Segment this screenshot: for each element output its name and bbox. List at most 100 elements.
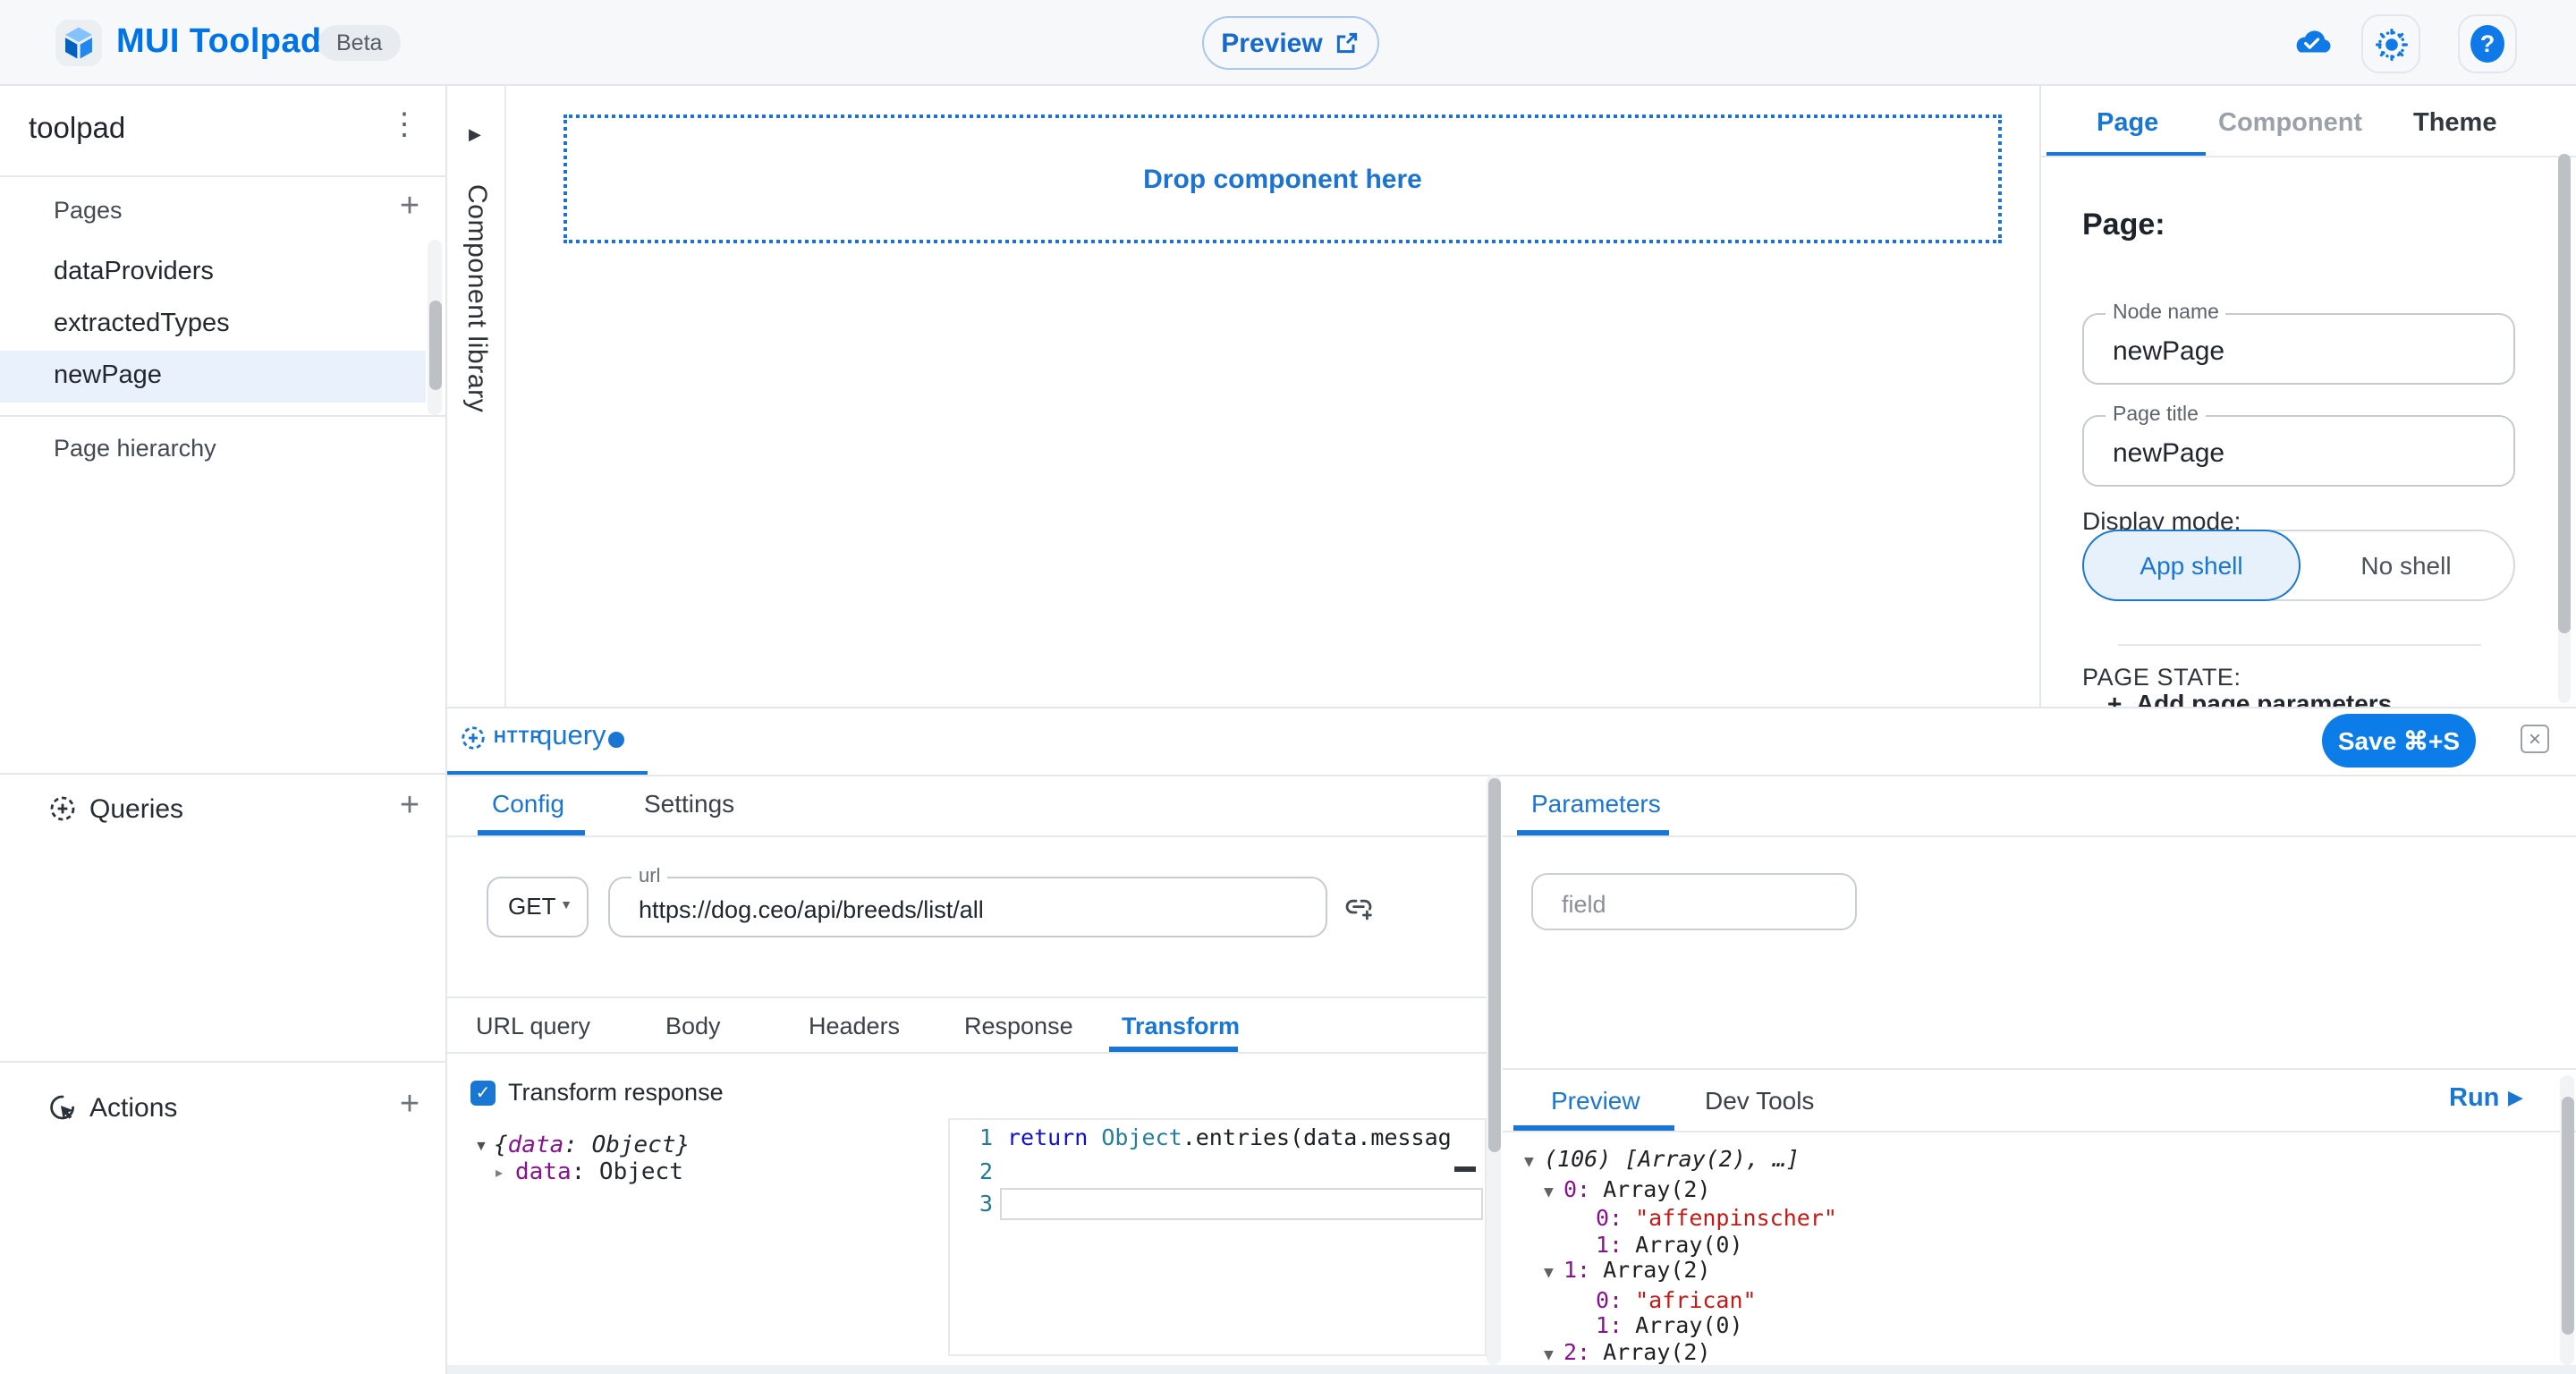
project-menu-kebab-icon[interactable]: ⋮ (386, 107, 422, 143)
transform-response-label: Transform response (508, 1079, 724, 1106)
component-library-label: Component library (462, 184, 492, 412)
tab-page[interactable]: Page (2097, 109, 2158, 138)
json-row: 1:Array(0) (1513, 1232, 2515, 1258)
unsaved-changes-dot (608, 732, 624, 748)
panel-bottom-strip (447, 1365, 2576, 1374)
pages-scrollbar[interactable] (428, 240, 442, 415)
json-row[interactable]: ▼0:Array(2) (1513, 1176, 2515, 1206)
tab-transform[interactable]: Transform (1122, 1013, 1240, 1039)
drop-zone-text: Drop component here (1143, 164, 1422, 194)
tab-parameters[interactable]: Parameters (1531, 789, 1661, 818)
caret-down-icon: ▼ (560, 900, 572, 912)
tab-preview[interactable]: Preview (1551, 1086, 1640, 1115)
json-row: 0:"affenpinscher" (1513, 1206, 2515, 1232)
query-editor-panel: HTTP query Save ⌘+S × Config Settings GE… (447, 707, 2576, 1374)
http-method-select[interactable]: GET ▼ (487, 877, 589, 937)
query-icon (460, 725, 487, 751)
inspector-scrollbar[interactable] (2558, 154, 2571, 703)
preview-scrollbar-thumb[interactable] (2561, 1097, 2573, 1335)
query-panel-scrollbar-thumb[interactable] (1487, 778, 1500, 1152)
save-button[interactable]: Save ⌘+S (2322, 714, 2476, 768)
sidebar-item-dataproviders[interactable]: dataProviders (0, 247, 426, 299)
pages-scrollbar-thumb[interactable] (428, 301, 441, 390)
transform-tab-indicator (1109, 1047, 1238, 1052)
tab-response[interactable]: Response (964, 1013, 1073, 1039)
add-query-button[interactable]: + (392, 787, 428, 827)
query-panel-scrollbar[interactable] (1487, 775, 1501, 1365)
page-heading: Page: (2082, 208, 2165, 243)
cloud-done-icon (2292, 27, 2333, 59)
app-shell-option[interactable]: App shell (2082, 530, 2301, 601)
help-button[interactable]: ? (2458, 14, 2517, 73)
code-line-1: return Object.entries(data.messag (1007, 1124, 1452, 1150)
tab-url-query[interactable]: URL query (476, 1013, 590, 1039)
line-number: 2 (950, 1157, 993, 1183)
appbar: MUI Toolpad Beta Preview (0, 0, 2576, 86)
close-panel-button[interactable]: × (2521, 725, 2549, 753)
tab-body[interactable]: Body (665, 1013, 721, 1039)
page-title-input[interactable] (2109, 417, 2492, 488)
sidebar: toolpad ⋮ Pages + dataProviders extracte… (0, 86, 447, 1374)
beta-badge: Beta (318, 25, 400, 61)
schema-root-node[interactable]: {data: Object} (494, 1132, 690, 1159)
drop-zone[interactable]: Drop component here (564, 114, 2002, 243)
display-mode-toggle: App shell No shell (2082, 530, 2515, 601)
page-state-label: PAGE STATE: (2082, 664, 2241, 691)
run-play-icon[interactable]: ▶ (2508, 1086, 2523, 1109)
add-page-button[interactable]: + (392, 188, 428, 227)
queries-section-label: Queries (89, 794, 183, 825)
actions-icon (48, 1093, 77, 1122)
json-root-row[interactable]: ▼(106) [Array(2), …] (1513, 1147, 2515, 1176)
request-sub-tabs: URL query Body Headers Response Transfor… (447, 997, 1487, 1054)
no-shell-option[interactable]: No shell (2299, 531, 2513, 599)
tab-component[interactable]: Component (2218, 109, 2362, 138)
query-type-label: HTTP (494, 728, 542, 748)
component-library-panel[interactable]: ▶ Component library (447, 86, 506, 707)
line-number: 3 (950, 1190, 993, 1217)
external-link-icon (1335, 30, 1360, 55)
method-value: GET (508, 893, 555, 920)
json-row: 1:Array(0) (1513, 1314, 2515, 1340)
parameter-field[interactable] (1531, 873, 1857, 930)
add-page-parameters-button[interactable]: + Add page parameters (2107, 689, 2519, 707)
json-row[interactable]: ▼1:Array(2) (1513, 1258, 2515, 1287)
tab-settings[interactable]: Settings (644, 789, 734, 818)
tab-theme[interactable]: Theme (2413, 109, 2497, 138)
sidebar-item-extractedtypes[interactable]: extractedTypes (0, 299, 426, 351)
sidebar-item-newpage[interactable]: newPage (0, 351, 426, 403)
check-icon: ✓ (476, 1083, 491, 1103)
pages-section-label: Pages (54, 197, 123, 224)
add-action-button[interactable]: + (392, 1086, 428, 1125)
parameter-input[interactable] (1558, 875, 1843, 932)
page-hierarchy-label: Page hierarchy (54, 435, 216, 462)
line-number: 1 (950, 1124, 993, 1150)
mui-toolpad-app: MUI Toolpad Beta Preview (0, 0, 2576, 1374)
transform-code-editor[interactable]: 1 2 3 return Object.entries(data.messag (948, 1118, 1487, 1356)
tab-config[interactable]: Config (492, 789, 564, 818)
page-title-field[interactable]: Page title (2082, 415, 2515, 487)
preview-button[interactable]: Preview (1202, 16, 1379, 70)
tab-headers[interactable]: Headers (809, 1013, 900, 1039)
tab-dev-tools[interactable]: Dev Tools (1705, 1086, 1814, 1115)
query-tab[interactable]: query (537, 721, 606, 753)
run-button[interactable]: Run (2449, 1084, 2499, 1113)
transform-response-checkbox[interactable]: ✓ (470, 1081, 496, 1106)
inspector-scrollbar-thumb[interactable] (2558, 154, 2571, 633)
bind-link-icon[interactable] (1343, 893, 1374, 923)
json-row: 0:"african" (1513, 1287, 2515, 1313)
toolpad-logo-icon[interactable] (55, 20, 102, 66)
url-field[interactable]: url (608, 877, 1327, 937)
node-name-field[interactable]: Node name (2082, 313, 2515, 385)
tree-expand-icon[interactable]: ▼ (474, 1138, 488, 1154)
app-title: MUI Toolpad (116, 23, 322, 63)
expand-component-library-icon[interactable]: ▶ (469, 125, 481, 145)
preview-scrollbar[interactable] (2560, 1075, 2574, 1365)
tree-collapsed-icon[interactable]: ▸ (496, 1165, 503, 1181)
url-input[interactable] (635, 878, 1313, 939)
node-name-input[interactable] (2109, 315, 2492, 386)
queries-icon (48, 794, 77, 823)
help-icon: ? (2470, 25, 2504, 63)
light-mode-icon (2375, 28, 2407, 60)
theme-toggle-button[interactable] (2361, 14, 2420, 73)
schema-data-node[interactable]: data: Object (515, 1159, 683, 1186)
